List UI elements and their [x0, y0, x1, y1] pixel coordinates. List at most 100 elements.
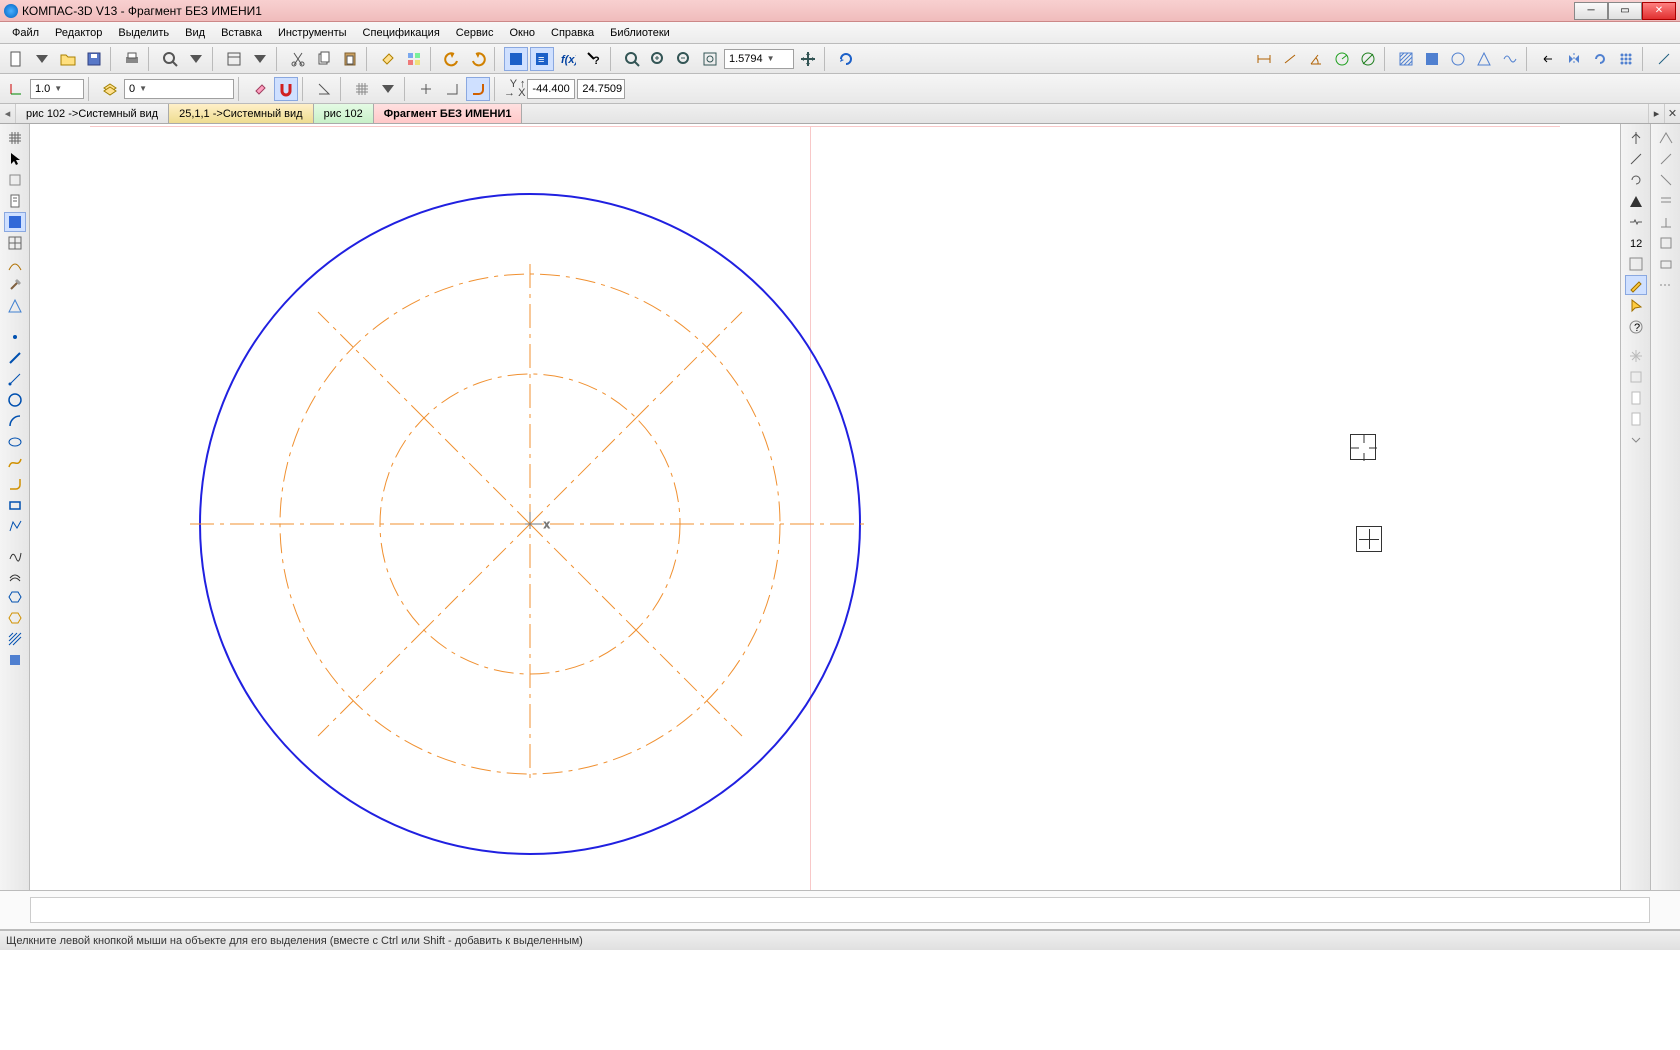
rtool-help-icon[interactable]: ? [1625, 317, 1647, 337]
tool-fillet-icon[interactable] [4, 474, 26, 494]
tool-doc-icon[interactable] [4, 191, 26, 211]
fx-button[interactable]: f(x) [556, 47, 580, 71]
tabs-scroll-right[interactable]: ▸ [1648, 104, 1664, 123]
minimize-button[interactable]: ─ [1574, 2, 1608, 20]
rtool-break-icon[interactable] [1625, 212, 1647, 232]
rtool-sheet-icon[interactable] [1625, 388, 1647, 408]
ortho-r-button[interactable] [440, 77, 464, 101]
tool-hex-icon[interactable] [4, 587, 26, 607]
dim-linear-button[interactable] [1252, 47, 1276, 71]
marker-2[interactable] [1356, 526, 1382, 552]
scale-combo[interactable]: 1.0▼ [30, 79, 84, 99]
rtool-ortho-icon[interactable] [1625, 128, 1647, 148]
tool-pointer-icon[interactable] [4, 149, 26, 169]
tool-grid-icon[interactable] [4, 128, 26, 148]
rtool-brush-icon[interactable] [1625, 367, 1647, 387]
zoom-out-button[interactable] [672, 47, 696, 71]
tool-triangle-icon[interactable] [4, 296, 26, 316]
rtool-pencil-icon[interactable] [1625, 275, 1647, 295]
menu-editor[interactable]: Редактор [47, 24, 110, 42]
preview-dropdown[interactable] [184, 47, 208, 71]
coord-y-field[interactable]: -44.400 [527, 79, 575, 99]
rtool-explode-icon[interactable] [1625, 346, 1647, 366]
copy-button[interactable] [312, 47, 336, 71]
paste-button[interactable] [338, 47, 362, 71]
doc-tab-3[interactable]: Фрагмент БЕЗ ИМЕНИ1 [374, 104, 523, 123]
rtool2-perp-icon[interactable] [1655, 212, 1677, 232]
new-dropdown[interactable] [30, 47, 54, 71]
preview-button[interactable] [158, 47, 182, 71]
tool-arc-icon[interactable] [4, 411, 26, 431]
properties-dropdown[interactable] [248, 47, 272, 71]
rtool-sheet2-icon[interactable] [1625, 409, 1647, 429]
cut-button[interactable] [286, 47, 310, 71]
tool-contour-icon[interactable] [4, 545, 26, 565]
tabs-close[interactable]: ✕ [1664, 104, 1680, 123]
rtool2-move-icon[interactable] [1655, 149, 1677, 169]
rtool-fill-icon[interactable] [1625, 191, 1647, 211]
tool-active-icon[interactable] [4, 212, 26, 232]
rtool2-dash-icon[interactable] [1655, 275, 1677, 295]
rtool2-place-icon[interactable] [1655, 128, 1677, 148]
new-button[interactable] [4, 47, 28, 71]
region-button[interactable] [1420, 47, 1444, 71]
tool-sketch-icon[interactable] [4, 170, 26, 190]
rtool-rot-icon[interactable] [1625, 170, 1647, 190]
format-painter-button[interactable] [376, 47, 400, 71]
menu-libraries[interactable]: Библиотеки [602, 24, 678, 42]
save-button[interactable] [82, 47, 106, 71]
tool-point-icon[interactable] [4, 327, 26, 347]
wave-button[interactable] [1498, 47, 1522, 71]
tool-ellipse-icon[interactable] [4, 432, 26, 452]
arrow-left-button[interactable] [1536, 47, 1560, 71]
property-panel-input[interactable] [30, 897, 1650, 923]
rtool-cursor2-icon[interactable] [1625, 296, 1647, 316]
tool-hatch2-icon[interactable] [4, 629, 26, 649]
variables-button[interactable]: ≡ [530, 47, 554, 71]
zoom-combo[interactable]: 1.5794▼ [724, 49, 794, 69]
rounding-button[interactable] [466, 77, 490, 101]
maximize-button[interactable]: ▭ [1608, 2, 1642, 20]
marker-1[interactable] [1350, 434, 1376, 460]
open-button[interactable] [56, 47, 80, 71]
doc-tab-1[interactable]: 25,1,1 ->Системный вид [169, 104, 314, 123]
grid-dropdown[interactable] [376, 77, 400, 101]
dim-radial-button[interactable] [1330, 47, 1354, 71]
menu-specification[interactable]: Спецификация [355, 24, 448, 42]
styles-button[interactable] [402, 47, 426, 71]
grid-array-button[interactable] [1614, 47, 1638, 71]
layer-combo[interactable]: 0▼ [124, 79, 234, 99]
tool-rect-icon[interactable] [4, 495, 26, 515]
layer-icon[interactable] [98, 77, 122, 101]
rtool-dim12-icon[interactable]: 12 [1625, 233, 1647, 253]
tool-hex2-icon[interactable] [4, 608, 26, 628]
properties-button[interactable] [222, 47, 246, 71]
pan-button[interactable] [796, 47, 820, 71]
refresh-button[interactable] [834, 47, 858, 71]
zoom-window-button[interactable] [620, 47, 644, 71]
tool-poly-icon[interactable] [4, 516, 26, 536]
snap-magnet-button[interactable] [274, 77, 298, 101]
dim-angular-button[interactable] [1304, 47, 1328, 71]
menu-tools[interactable]: Инструменты [270, 24, 355, 42]
tool-circle-icon[interactable] [4, 390, 26, 410]
tabs-scroll-left[interactable]: ◂ [0, 104, 16, 123]
menu-window[interactable]: Окно [501, 24, 543, 42]
rtool2-tab-icon[interactable] [1655, 233, 1677, 253]
eraser-button[interactable] [248, 77, 272, 101]
tool-equidist-icon[interactable] [4, 566, 26, 586]
dim-diameter-button[interactable] [1356, 47, 1380, 71]
rtool-collapse-icon[interactable] [1625, 430, 1647, 450]
doc-tab-0[interactable]: рис 102 ->Системный вид [16, 104, 169, 123]
redo-button[interactable] [466, 47, 490, 71]
rtool2-move2-icon[interactable] [1655, 170, 1677, 190]
doc-tab-2[interactable]: рис 102 [314, 104, 374, 123]
menu-select[interactable]: Выделить [110, 24, 177, 42]
tool-spline-icon[interactable] [4, 453, 26, 473]
menu-insert[interactable]: Вставка [213, 24, 270, 42]
rtool-line-icon[interactable] [1625, 149, 1647, 169]
undo-button[interactable] [440, 47, 464, 71]
csys-button[interactable] [4, 77, 28, 101]
tool-curve-icon[interactable] [4, 254, 26, 274]
zoom-in-button[interactable] [646, 47, 670, 71]
